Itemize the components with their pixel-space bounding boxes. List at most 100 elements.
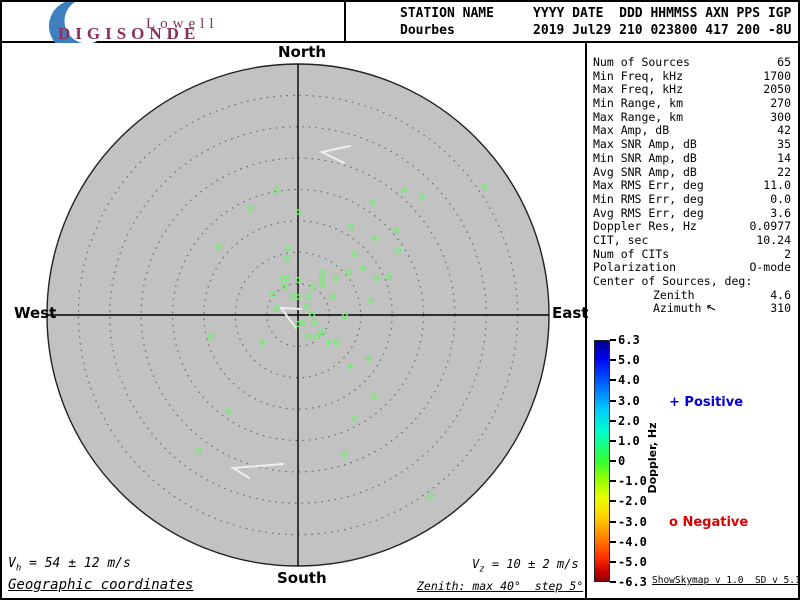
azimuth-direction-icon — [705, 302, 716, 316]
stat-value: 4.6 — [770, 289, 791, 303]
stat-label: Min RMS Err, deg — [593, 193, 704, 207]
stat-label: Num of Sources — [593, 56, 690, 70]
stat-spacer — [716, 302, 770, 316]
stat-value: 22 — [777, 166, 791, 180]
colorbar-tick — [610, 480, 616, 482]
stat-row: Min SNR Amp, dB 14 — [589, 152, 797, 166]
compass-east-label: East — [552, 304, 588, 322]
compass-south-label: South — [277, 569, 327, 587]
stat-label: Center of Sources, deg: — [593, 275, 752, 289]
colorbar-tick — [610, 561, 616, 563]
stat-row: Avg RMS Err, deg 3.6 — [589, 207, 797, 221]
stat-value: 65 — [777, 56, 791, 70]
colorbar-tick — [610, 379, 616, 381]
stat-row: Num of Sources 65 — [589, 56, 797, 70]
stat-value: 270 — [770, 97, 791, 111]
stat-value: 35 — [777, 138, 791, 152]
stat-value: 3.6 — [770, 207, 791, 221]
stat-value: 0.0 — [770, 193, 791, 207]
skymap-panel: North South West East Vh = 54 ± 12 m/s G… — [0, 43, 587, 600]
stat-row: Max RMS Err, deg11.0 — [589, 179, 797, 193]
colorbar-tick-label: -3.0 — [618, 516, 647, 528]
stat-spacer — [683, 83, 763, 97]
colorbar-tick — [610, 541, 616, 543]
stat-row: Max Amp, dB 42 — [589, 124, 797, 138]
lowell-digisonde-logo: Lowell DIGISONDE — [0, 0, 346, 43]
logo-text-digisonde: DIGISONDE — [58, 26, 200, 41]
stat-spacer — [695, 289, 771, 303]
stat-spacer — [704, 193, 770, 207]
stat-value: 2050 — [763, 83, 791, 97]
stat-label: Min Range, km — [593, 97, 683, 111]
stat-spacer — [704, 207, 770, 221]
stat-spacer — [676, 261, 749, 275]
colorbar-tick-label: 2.0 — [618, 415, 640, 427]
stat-value: 11.0 — [763, 179, 791, 193]
stat-row: Max Range, km 300 — [589, 111, 797, 125]
stat-label: Max Freq, kHz — [593, 83, 683, 97]
stat-label: Zenith — [653, 289, 695, 303]
stat-value: 300 — [770, 111, 791, 125]
stat-row: Azimuth310 — [589, 302, 797, 316]
colorbar-tick-label: 4.0 — [618, 374, 640, 386]
stat-spacer — [669, 248, 784, 262]
header-bar: Lowell DIGISONDE STATION NAME YYYY DATE … — [0, 0, 800, 43]
stat-label: Avg SNR Amp, dB — [593, 166, 697, 180]
colorbar-tick — [610, 440, 616, 442]
colorbar-tick — [610, 359, 616, 361]
stat-label: Num of CITs — [593, 248, 669, 262]
compass-north-label: North — [278, 43, 326, 61]
doppler-colorbar — [594, 340, 610, 582]
colorbar-tick-label: -2.0 — [618, 495, 647, 507]
stat-value: 42 — [777, 124, 791, 138]
stat-row: Num of CITs2 — [589, 248, 797, 262]
stat-spacer — [697, 220, 750, 234]
stat-label: Max SNR Amp, dB — [593, 138, 697, 152]
stat-row: Min Freq, kHz1700 — [589, 70, 797, 84]
stat-row: CIT, sec 10.24 — [589, 234, 797, 248]
stats-table: Num of Sources 65Min Freq, kHz1700Max Fre… — [589, 56, 797, 316]
colorbar-tick-label: -5.0 — [618, 556, 647, 568]
stat-label: Max Amp, dB — [593, 124, 669, 138]
colorbar-tick-label: 1.0 — [618, 435, 640, 447]
colorbar-tick — [610, 460, 616, 462]
stat-spacer — [669, 124, 777, 138]
colorbar-tick-label: -4.0 — [618, 536, 647, 548]
horizontal-velocity-readout: Vh = 54 ± 12 m/s — [8, 556, 131, 574]
stat-spacer — [704, 179, 764, 193]
stat-row: Max Freq, kHz 2050 — [589, 83, 797, 97]
stat-label: Avg RMS Err, deg — [593, 207, 704, 221]
stat-spacer — [683, 111, 770, 125]
stat-row: PolarizationO-mode — [589, 261, 797, 275]
coordinates-mode-label: Geographic coordinates — [8, 577, 193, 593]
stat-label: CIT, sec — [593, 234, 648, 248]
stat-spacer — [648, 234, 756, 248]
stat-row: Doppler Res, Hz0.0977 — [589, 220, 797, 234]
stat-value: 14 — [777, 152, 791, 166]
stat-label: Polarization — [593, 261, 676, 275]
colorbar-tick-label: 0 — [618, 455, 625, 467]
stat-label: Min SNR Amp, dB — [593, 152, 697, 166]
skymap-svg — [0, 43, 587, 600]
software-version-label: ShowSkymap v 1.0 SD v 5.1 — [652, 575, 800, 586]
colorbar-tick — [610, 339, 616, 341]
stat-row: Min RMS Err, deg 0.0 — [589, 193, 797, 207]
colorbar-tick-label: -1.0 — [618, 475, 647, 487]
stat-spacer — [697, 138, 777, 152]
colorbar-tick — [610, 400, 616, 402]
stat-value: 10.24 — [756, 234, 791, 248]
measurement-panel: Num of Sources 65Min Freq, kHz1700Max Fre… — [589, 43, 800, 600]
colorbar-tick-label: 3.0 — [618, 395, 640, 407]
stat-label: Max Range, km — [593, 111, 683, 125]
compass-west-label: West — [14, 304, 56, 322]
colorbar-title: Doppler, Hz — [646, 398, 660, 518]
station-header-values: Dourbes 2019 Jul29 210 023800 417 200 -8… — [400, 23, 791, 38]
negative-doppler-legend: o Negative — [669, 515, 748, 530]
stat-value: 1700 — [763, 70, 791, 84]
stat-label: Azimuth — [653, 302, 701, 316]
zenith-range-label: Zenith: max 40° step 5° — [417, 579, 583, 593]
colorbar-tick-label: -6.3 — [618, 576, 647, 588]
colorbar-tick — [610, 581, 616, 583]
stat-value: 0.0977 — [749, 220, 791, 234]
colorbar-tick — [610, 521, 616, 523]
